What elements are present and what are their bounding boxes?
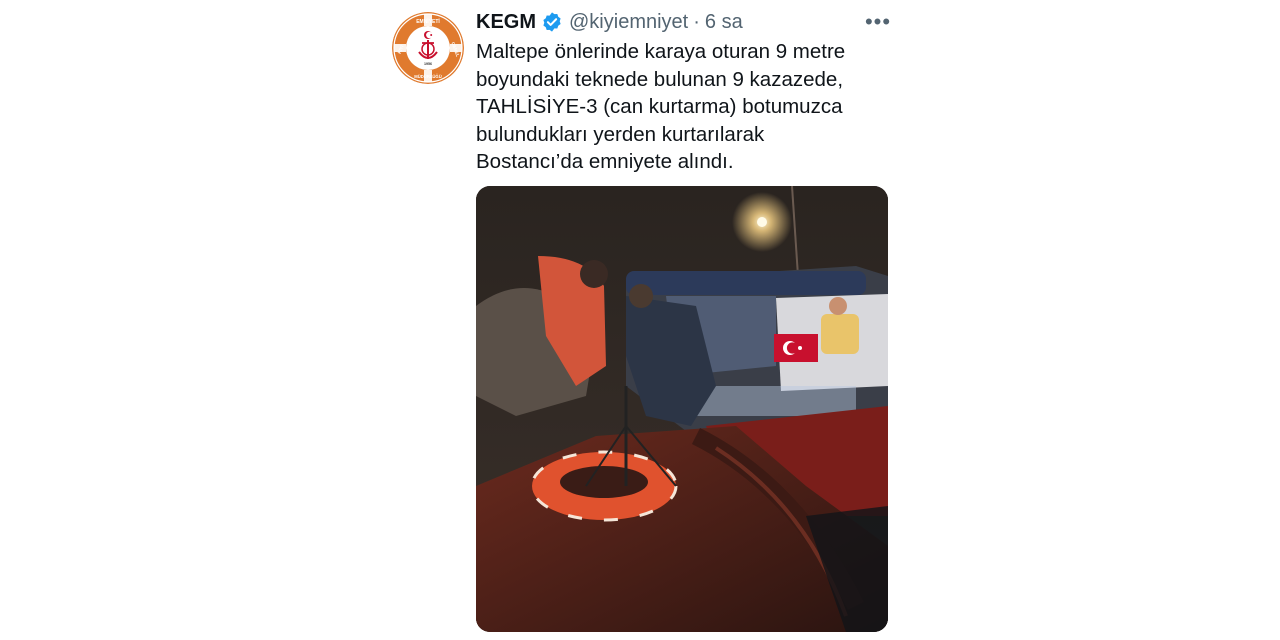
logo-text-top: EMNİYETİ [416,18,440,25]
night-rescue-boat-photo [476,186,888,632]
tweet-text: Maltepe önlerinde karaya oturan 9 metre … [476,40,846,174]
avatar[interactable]: EMNİYETİ KIYI GENEL MÜDÜRLÜĞÜ 1956 [392,12,464,84]
author-handle[interactable]: @kiyiemniyet [569,11,688,34]
verified-badge-icon [541,11,563,33]
tweet: EMNİYETİ KIYI GENEL MÜDÜRLÜĞÜ 1956 KEGM … [388,0,900,640]
logo-year: 1956 [424,62,432,66]
tweet-photo[interactable] [476,186,888,632]
kegm-logo-icon: EMNİYETİ KIYI GENEL MÜDÜRLÜĞÜ 1956 [392,12,464,84]
more-options-icon[interactable]: ••• [864,8,892,36]
tweet-timestamp[interactable]: 6 sa [705,11,743,34]
logo-text-bottom: MÜDÜRLÜĞÜ [414,74,441,79]
tweet-header: KEGM @kiyiemniyet · 6 sa [476,8,896,36]
separator-dot: · [693,10,700,33]
author-name[interactable]: KEGM [476,11,536,34]
